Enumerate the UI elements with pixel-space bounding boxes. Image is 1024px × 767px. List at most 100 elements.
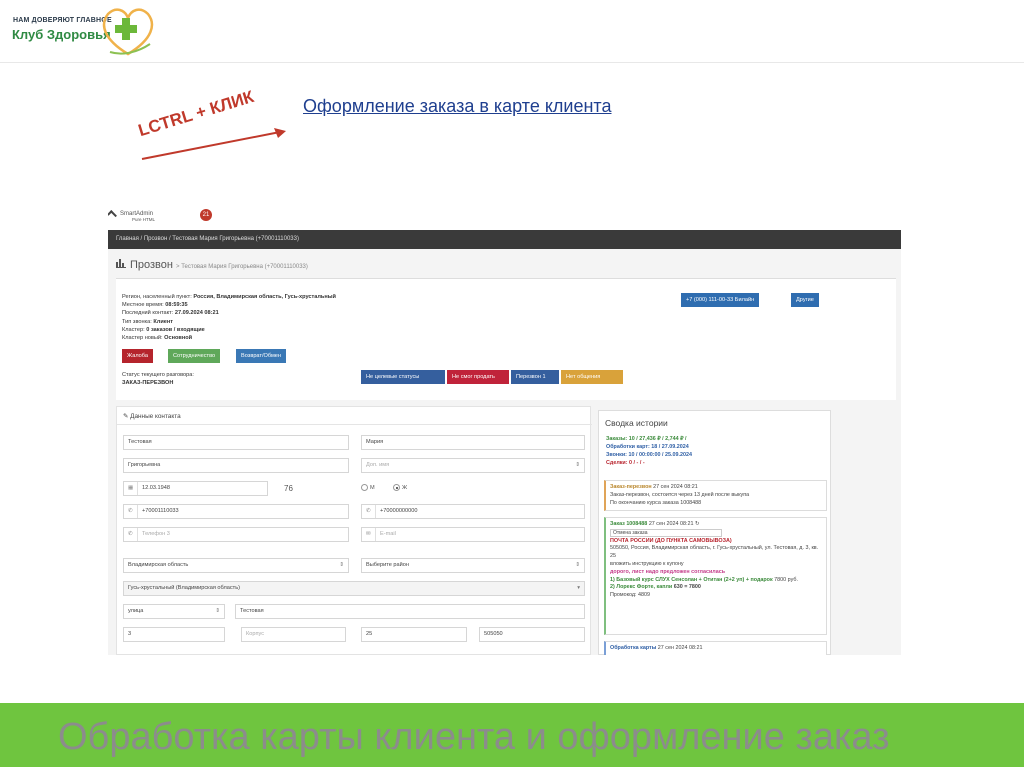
street-type-select[interactable]: улица ⇕ [123,604,225,619]
call-type-label: Тип звонка: [122,318,152,325]
bar-chart-icon [116,259,126,268]
region-select-value: Владимирская область [128,562,189,568]
city-select[interactable]: Гусь-хрустальный (Владимирская область) ▾ [123,581,585,596]
last-name-field[interactable]: Тестовая [123,435,349,450]
card2-item2-price: 630 = 7800 [673,584,701,591]
calls-stat: Звонки: 10 / 00:00:00 / 25.09.2024 [606,452,693,458]
history-card-order[interactable]: Заказ 1008488 27 сен 2024 08:21 ↻ Отмена… [604,517,827,635]
refresh-icon[interactable]: ↻ [695,521,700,527]
other-dropdown-button[interactable]: Другие [791,293,819,307]
page-subtitle: > Тестовая Мария Григорьевна (+700011100… [176,264,308,270]
postal-index-field[interactable]: 505050 [479,627,585,642]
app-topbar: SmartAdmin Pure HTML 21 [108,206,901,230]
hint-arrow-icon [141,128,286,160]
card2-warning: дорого, лист надо предложен согласилась [610,568,726,575]
status-label: Статус текущего разговора: [122,372,194,378]
select-caret-icon: ⇕ [339,562,344,568]
failed-sale-button[interactable]: Не смог продать [447,370,509,384]
contact-title: ✎ Данные контакта [123,413,181,420]
envelope-icon: ✉ [366,528,376,541]
no-talk-button[interactable]: Нет общения [561,370,623,384]
heart-cross-icon [102,8,154,56]
email-field[interactable]: ✉ E-mail [361,527,585,542]
return-exchange-button[interactable]: Возврат/Обмен [236,349,287,363]
time-value: 08:59:35 [165,302,188,309]
phone3-placeholder: Телефон 3 [142,531,170,537]
card3-date: 27 сен 2024 08:21 [657,645,703,651]
card1-text1: Заказ-перезвон, состоится через 13 дней … [610,491,750,498]
brand-icon [108,210,117,220]
patronymic-field[interactable]: Григорьевна [123,458,349,473]
phone-icon: ✆ [128,528,138,541]
complaint-button[interactable]: Жалоба [122,349,153,363]
region-select[interactable]: Владимирская область ⇕ [123,558,349,573]
cooperation-button[interactable]: Сотрудничество [168,349,221,363]
card2-note: вложить инструкцию к купону [610,560,684,567]
cluster-value: 0 заказов / входящие [146,326,205,333]
sex-radio-f[interactable]: Ж [393,484,407,491]
select-caret-icon: ⇕ [575,562,580,568]
page-title-text: Прозвон [130,259,173,271]
last-contact-label: Последний контакт: [122,310,174,317]
district-select[interactable]: Выберите район ⇕ [361,558,585,573]
order-status-select[interactable]: Отмена заказа [610,528,722,537]
history-summary-panel: Сводка истории Заказы: 10 / 27,436 ₽ / 2… [598,410,831,655]
email-placeholder: E-mail [380,531,396,537]
apartment-field[interactable]: 25 [361,627,467,642]
order-in-card-link[interactable]: Оформление заказа в карте клиента [303,96,612,117]
recall-button[interactable]: Перезвон 1 [511,370,559,384]
breadcrumb[interactable]: Главная / Прозвон / Тестовая Мария Григо… [116,236,299,242]
house-field[interactable]: 3 [123,627,225,642]
birthdate-field[interactable]: ▦ 12.03.1948 [123,481,268,496]
street-field[interactable]: Тестовая [235,604,585,619]
footer-band: Обработка карты клиента и оформление зак… [0,703,1024,767]
processing-stat: Обработки карт: 18 / 27.09.2024 [606,444,689,450]
history-card-recall[interactable]: Заказ-перезвон 27 сен 2024 08:21 Заказ-п… [604,480,827,512]
call-phone-button[interactable]: +7 (000) 111-00-33 Билайн [681,293,760,307]
history-stats: Заказы: 10 / 27,436 ₽ / 2,744 ₽ / Обрабо… [606,435,692,467]
first-name-field[interactable]: Мария [361,435,585,450]
slide-footer-title: Обработка карты клиента и оформление зак… [58,716,890,758]
card3-head: Обработка карты [610,645,657,651]
radio-icon [361,484,368,491]
conversation-status: Статус текущего разговора: ЗАКАЗ-ПЕРЕЗВО… [122,371,194,387]
contact-data-panel: ✎ Данные контакта Тестовая Мария Григорь… [116,406,592,655]
header-divider [0,62,1024,63]
orders-stat: Заказы: 10 / 27,436 ₽ / 2,744 ₽ / [606,436,687,442]
extra-name-select[interactable]: Доп. имя ⇕ [361,458,585,473]
call-type-value: Клиент [153,318,173,325]
history-card-processing[interactable]: Обработка карты 27 сен 2024 08:21 [604,641,827,655]
history-title: Сводка истории [605,418,668,428]
status-value: ЗАКАЗ-ПЕРЕЗВОН [122,380,174,386]
crm-screenshot: SmartAdmin Pure HTML 21 Главная / Прозво… [108,206,901,655]
phone-icon: ✆ [366,505,376,518]
phone1-field[interactable]: ✆ +70001110033 [123,504,349,519]
brand-sub: Pure HTML [132,217,156,222]
extra-name-placeholder: Доп. имя [366,462,390,468]
card1-head: Заказ-перезвон [610,484,652,490]
breadcrumb-bar: Главная / Прозвон / Тестовая Мария Григо… [108,230,901,249]
phone3-field[interactable]: ✆ Телефон 3 [123,527,349,542]
city-value: Гусь-хрустальный (Владимирская область) [128,585,240,591]
select-caret-icon: ⇕ [215,608,220,614]
corpus-field[interactable]: Корпус [241,627,346,642]
card2-head: Заказ 1008488 [610,521,648,527]
card2-item1-price: 7800 руб. [774,576,798,583]
phone2-value: +70000000000 [380,508,418,514]
logo-tagline: НАМ ДОВЕРЯЮТ ГЛАВНОЕ [13,17,112,24]
notification-badge[interactable]: 21 [200,209,212,221]
time-label: Местное время: [122,302,164,309]
slide: НАМ ДОВЕРЯЮТ ГЛАВНОЕ Клуб Здоровья Оформ… [0,0,1024,767]
card1-date: 27 сен 2024 08:21 [653,484,698,490]
street-type-value: улица [128,608,144,614]
sex-m-label: М [370,484,375,491]
region-label: Регион, населенный пункт: [122,294,192,300]
card2-item2: 2) Лорекс Форте, капли [610,584,673,591]
card2-address: 505050, Россия, Владимирская область, г.… [610,545,819,560]
contact-title-text: Данные контакта [130,413,181,420]
calendar-icon: ▦ [128,482,138,495]
phone2-field[interactable]: ✆ +70000000000 [361,504,585,519]
sex-radio-m[interactable]: М [361,484,375,491]
not-target-statuses-button[interactable]: Не целевые статусы [361,370,445,384]
age-value: 76 [284,484,293,493]
